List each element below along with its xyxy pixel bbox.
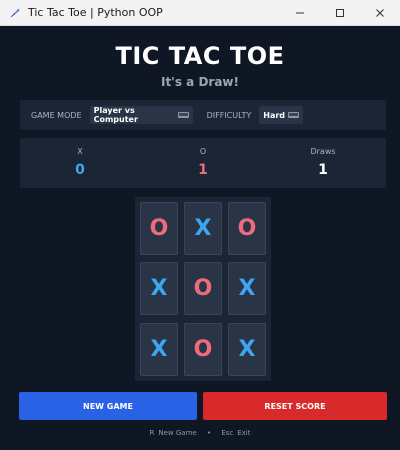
- score-x-value: 0: [75, 162, 85, 178]
- score-o: O 1: [143, 138, 263, 188]
- score-o-label: O: [199, 147, 207, 156]
- board-cell-9[interactable]: X: [228, 323, 266, 376]
- score-draws: Draws 1: [263, 138, 383, 188]
- score-x-label: X: [77, 147, 83, 156]
- score-o-value: 1: [198, 162, 208, 178]
- score-draws-value: 1: [318, 162, 328, 178]
- board-cell-8[interactable]: O: [184, 323, 222, 376]
- board-cell-2[interactable]: X: [184, 202, 222, 255]
- minimize-button[interactable]: [280, 0, 320, 26]
- exit-shortcut-key: Esc: [221, 429, 234, 437]
- board-cell-6[interactable]: X: [228, 262, 266, 315]
- score-x: X 0: [20, 138, 140, 188]
- board-cell-1[interactable]: O: [140, 202, 178, 255]
- hint-separator: •: [206, 429, 212, 437]
- game-mode-label: GAME MODE: [31, 110, 82, 120]
- maximize-icon: [336, 8, 344, 17]
- game-status: It's a Draw!: [160, 75, 239, 89]
- difficulty-value: Hard: [263, 110, 286, 120]
- board-cell-3[interactable]: O: [228, 202, 266, 255]
- new-game-shortcut-key: R: [149, 429, 155, 437]
- score-panel: X 0 O 1 Draws 1: [20, 138, 386, 188]
- game-mode-dropdown[interactable]: Player vs Computer: [89, 106, 193, 124]
- new-game-button[interactable]: NEW GAME: [19, 392, 197, 420]
- close-icon: [376, 8, 384, 17]
- window-titlebar: Tic Tac Toe | Python OOP: [0, 0, 400, 26]
- score-draws-label: Draws: [310, 147, 336, 156]
- exit-shortcut-label: Exit: [237, 429, 251, 437]
- dropdown-indicator-icon: [177, 112, 189, 118]
- game-title: TIC TAC TOE: [115, 42, 285, 70]
- settings-panel: GAME MODE Player vs Computer DIFFICULTY …: [20, 100, 386, 130]
- window-title: Tic Tac Toe | Python OOP: [28, 6, 163, 19]
- window-controls: [280, 0, 400, 26]
- game-mode-value: Player vs Computer: [93, 106, 138, 124]
- reset-score-button[interactable]: RESET SCORE: [203, 392, 387, 420]
- game-board: O X O X O X X O X: [135, 197, 271, 381]
- game-window: TIC TAC TOE It's a Draw! GAME MODE Playe…: [0, 26, 400, 450]
- board-cell-5[interactable]: O: [184, 262, 222, 315]
- new-game-shortcut-label: New Game: [158, 429, 197, 437]
- close-button[interactable]: [360, 0, 400, 26]
- board-cell-7[interactable]: X: [140, 323, 178, 376]
- keyboard-hints: R New Game • Esc Exit: [0, 429, 400, 437]
- maximize-button[interactable]: [320, 0, 360, 26]
- minimize-icon: [296, 12, 304, 13]
- feather-icon: [8, 6, 22, 20]
- difficulty-dropdown[interactable]: Hard: [259, 106, 304, 124]
- board-cell-4[interactable]: X: [140, 262, 178, 315]
- difficulty-label: DIFFICULTY: [206, 110, 252, 120]
- dropdown-indicator-icon: [288, 112, 300, 118]
